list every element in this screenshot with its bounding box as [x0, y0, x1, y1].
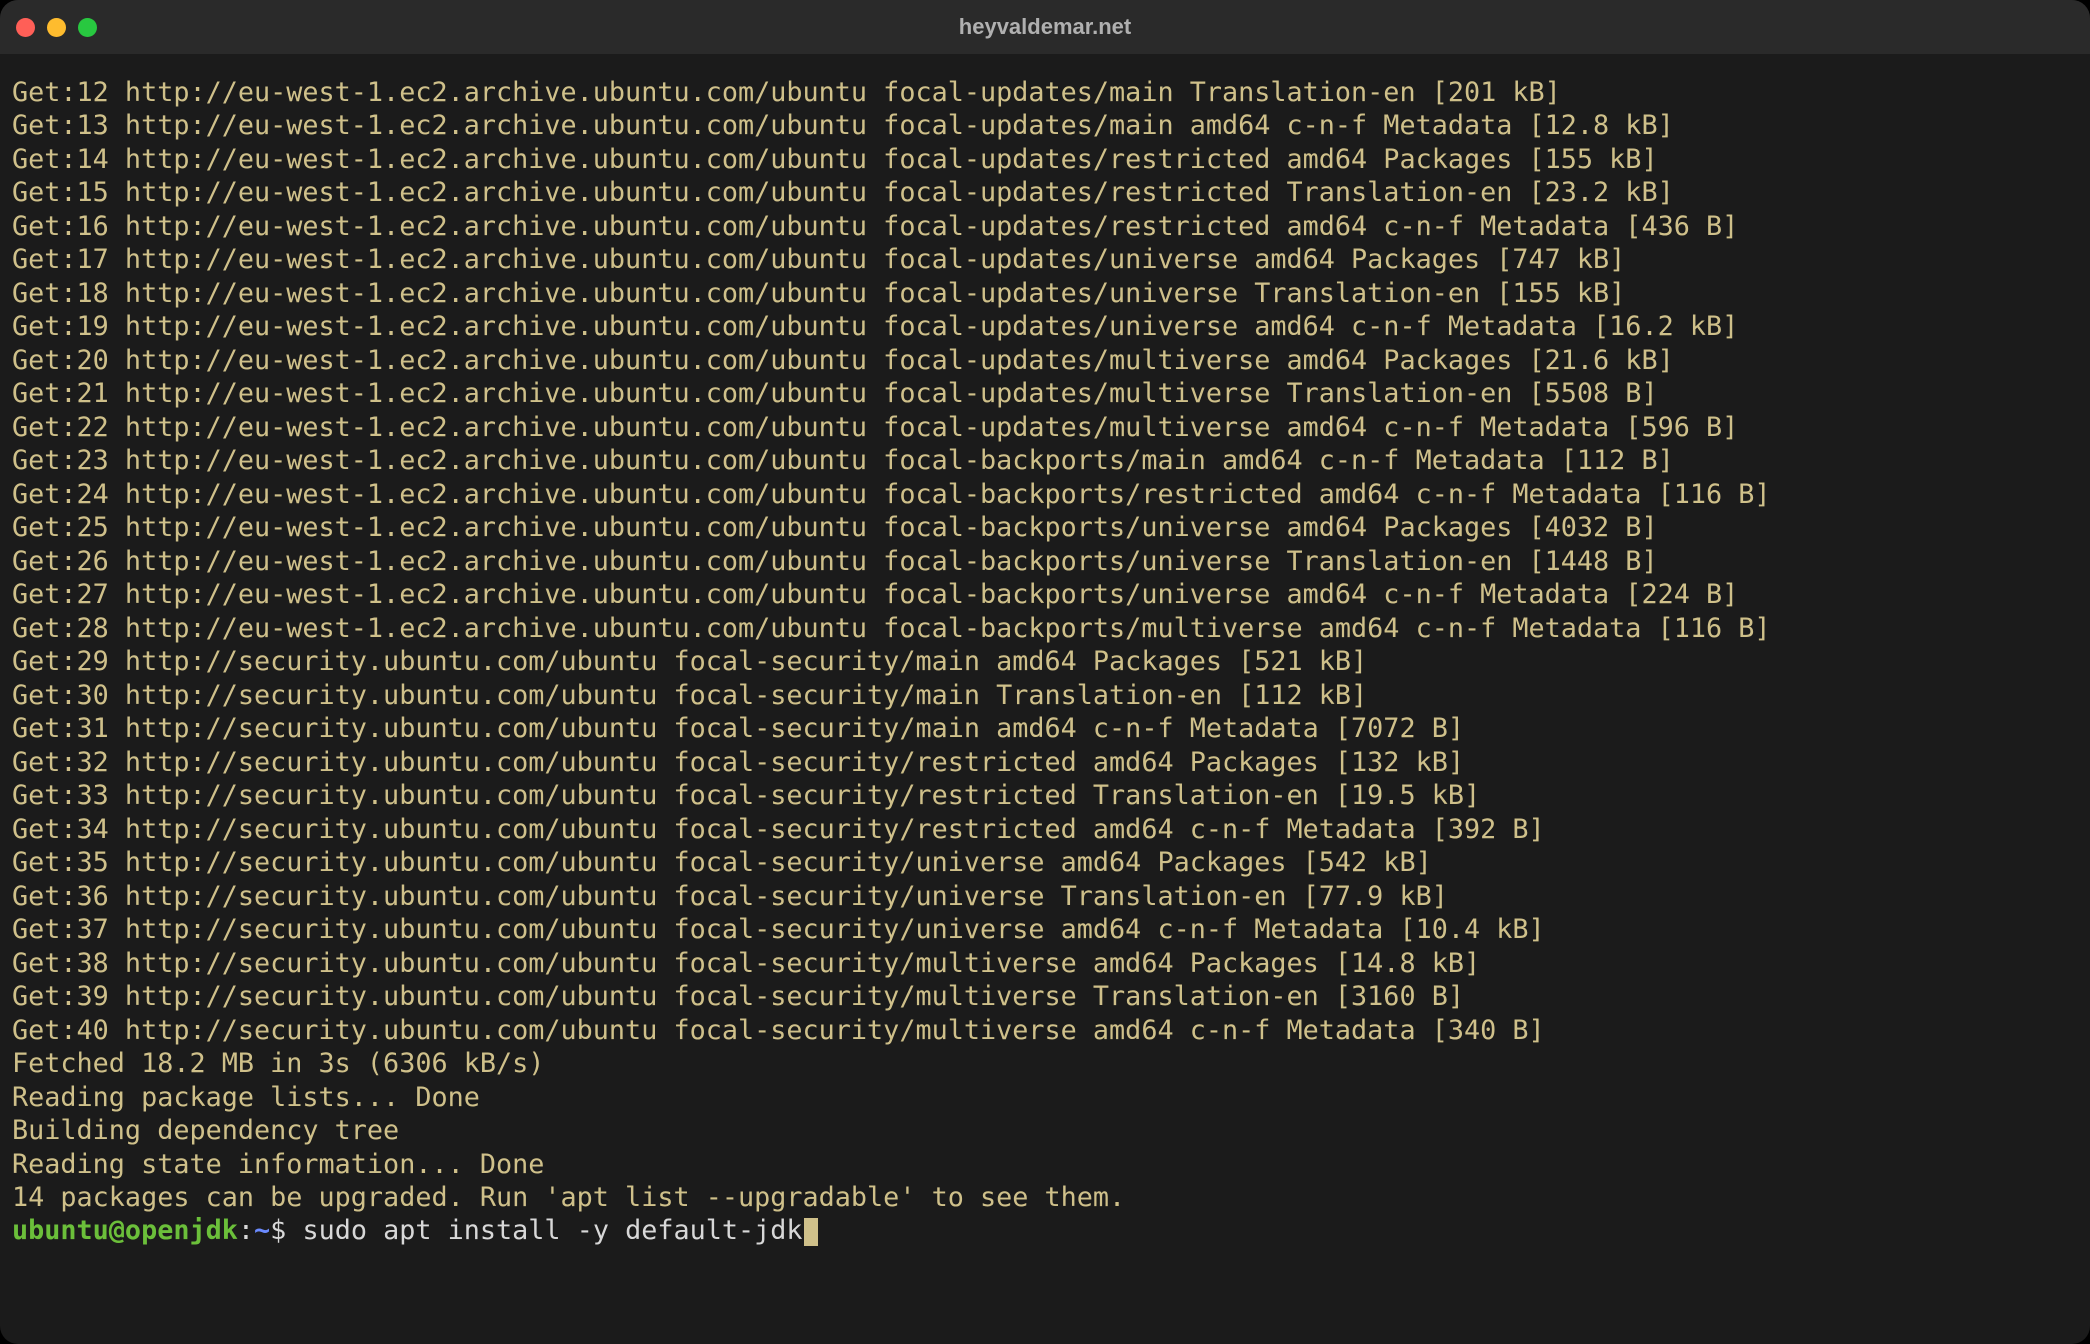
prompt-symbol: $: [270, 1215, 302, 1246]
prompt-colon: :: [238, 1215, 254, 1246]
terminal-line: Get:36 http://security.ubuntu.com/ubuntu…: [12, 880, 2078, 913]
terminal-line: Get:35 http://security.ubuntu.com/ubuntu…: [12, 846, 2078, 879]
terminal-line: Get:20 http://eu-west-1.ec2.archive.ubun…: [12, 344, 2078, 377]
terminal-window: heyvaldemar.net Get:12 http://eu-west-1.…: [0, 0, 2090, 1344]
terminal-body[interactable]: Get:12 http://eu-west-1.ec2.archive.ubun…: [0, 54, 2090, 1260]
terminal-line: Get:26 http://eu-west-1.ec2.archive.ubun…: [12, 545, 2078, 578]
prompt-command[interactable]: sudo apt install -y default-jdk: [302, 1215, 802, 1246]
terminal-line: Get:14 http://eu-west-1.ec2.archive.ubun…: [12, 143, 2078, 176]
terminal-line: Get:13 http://eu-west-1.ec2.archive.ubun…: [12, 109, 2078, 142]
terminal-line: Get:24 http://eu-west-1.ec2.archive.ubun…: [12, 478, 2078, 511]
terminal-line: Get:16 http://eu-west-1.ec2.archive.ubun…: [12, 210, 2078, 243]
terminal-line: Building dependency tree: [12, 1114, 2078, 1147]
terminal-line: Get:27 http://eu-west-1.ec2.archive.ubun…: [12, 578, 2078, 611]
terminal-line: Get:12 http://eu-west-1.ec2.archive.ubun…: [12, 76, 2078, 109]
terminal-line: Get:21 http://eu-west-1.ec2.archive.ubun…: [12, 377, 2078, 410]
terminal-line: Reading state information... Done: [12, 1148, 2078, 1181]
terminal-line: Get:31 http://security.ubuntu.com/ubuntu…: [12, 712, 2078, 745]
terminal-line: Get:40 http://security.ubuntu.com/ubuntu…: [12, 1014, 2078, 1047]
terminal-line: Get:18 http://eu-west-1.ec2.archive.ubun…: [12, 277, 2078, 310]
prompt-line[interactable]: ubuntu@openjdk:~$ sudo apt install -y de…: [12, 1214, 2078, 1247]
close-icon[interactable]: [16, 18, 35, 37]
minimize-icon[interactable]: [47, 18, 66, 37]
prompt-path: ~: [254, 1215, 270, 1246]
terminal-line: Get:39 http://security.ubuntu.com/ubuntu…: [12, 980, 2078, 1013]
terminal-line: Get:22 http://eu-west-1.ec2.archive.ubun…: [12, 411, 2078, 444]
cursor-icon: [804, 1218, 818, 1246]
terminal-line: Get:28 http://eu-west-1.ec2.archive.ubun…: [12, 612, 2078, 645]
terminal-line: Get:33 http://security.ubuntu.com/ubuntu…: [12, 779, 2078, 812]
terminal-line: Get:15 http://eu-west-1.ec2.archive.ubun…: [12, 176, 2078, 209]
traffic-lights: [16, 18, 97, 37]
terminal-line: Fetched 18.2 MB in 3s (6306 kB/s): [12, 1047, 2078, 1080]
terminal-line: Get:23 http://eu-west-1.ec2.archive.ubun…: [12, 444, 2078, 477]
terminal-line: Get:17 http://eu-west-1.ec2.archive.ubun…: [12, 243, 2078, 276]
terminal-line: Get:34 http://security.ubuntu.com/ubuntu…: [12, 813, 2078, 846]
terminal-line: Get:37 http://security.ubuntu.com/ubuntu…: [12, 913, 2078, 946]
terminal-line: Get:38 http://security.ubuntu.com/ubuntu…: [12, 947, 2078, 980]
terminal-line: 14 packages can be upgraded. Run 'apt li…: [12, 1181, 2078, 1214]
window-title: heyvaldemar.net: [0, 14, 2090, 40]
terminal-line: Get:19 http://eu-west-1.ec2.archive.ubun…: [12, 310, 2078, 343]
terminal-line: Get:25 http://eu-west-1.ec2.archive.ubun…: [12, 511, 2078, 544]
terminal-line: Get:29 http://security.ubuntu.com/ubuntu…: [12, 645, 2078, 678]
terminal-line: Get:30 http://security.ubuntu.com/ubuntu…: [12, 679, 2078, 712]
titlebar: heyvaldemar.net: [0, 0, 2090, 54]
terminal-line: Reading package lists... Done: [12, 1081, 2078, 1114]
terminal-line: Get:32 http://security.ubuntu.com/ubuntu…: [12, 746, 2078, 779]
maximize-icon[interactable]: [78, 18, 97, 37]
prompt-user-host: ubuntu@openjdk: [12, 1215, 238, 1246]
